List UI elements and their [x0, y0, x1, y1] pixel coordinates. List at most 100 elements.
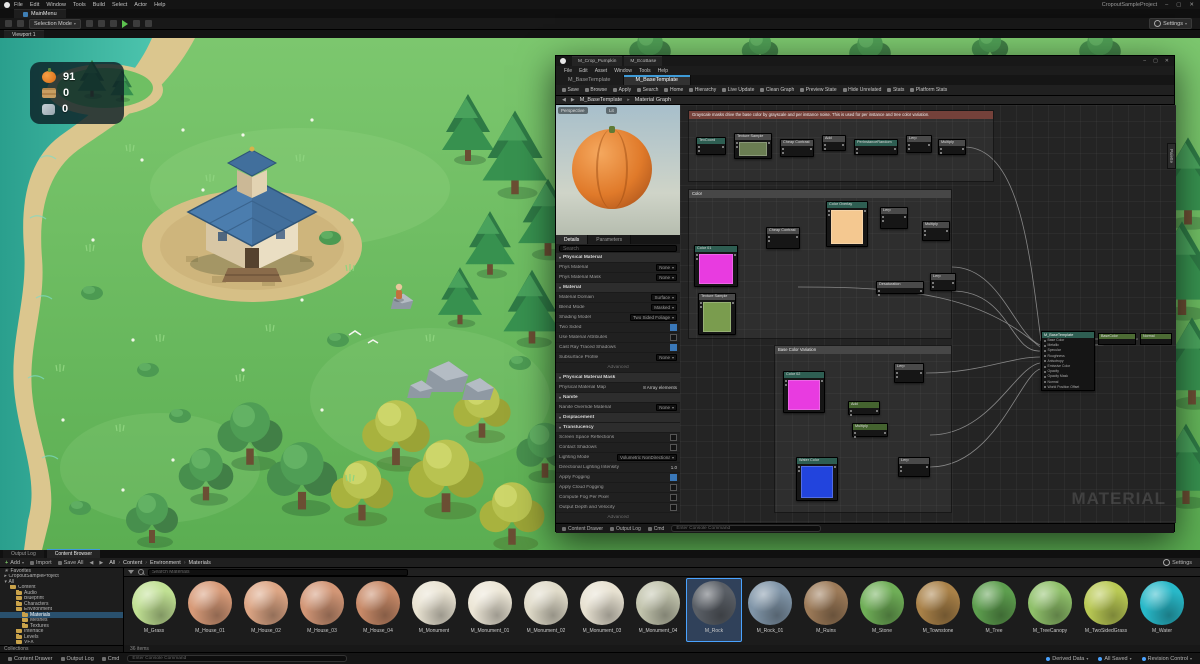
statusbar-status[interactable]: Revision Control ▾ [1142, 656, 1192, 662]
graph-node[interactable]: Lerp [906, 135, 932, 153]
toolbar-button[interactable]: Clean Graph [760, 87, 794, 93]
asset-tile[interactable]: M_Rock_01 [742, 578, 798, 642]
property-checkbox[interactable] [670, 444, 677, 451]
menu-item[interactable]: Help [154, 2, 165, 8]
property-row[interactable]: Physical Material Mask ▾ [556, 373, 680, 383]
property-row[interactable]: Displacement ▾ [556, 413, 680, 423]
toolbar-button[interactable]: Preview State [800, 87, 836, 93]
view-mode-dropdown[interactable]: Lit [606, 107, 617, 114]
menu-item[interactable]: Edit [579, 68, 588, 74]
asset-tile[interactable]: M_TreeCanopy [1022, 578, 1078, 642]
asset-tile[interactable]: M_Stone [854, 578, 910, 642]
property-checkbox[interactable] [670, 324, 677, 331]
statusbar-status[interactable]: Derived Data ▾ [1046, 656, 1088, 662]
graph-node[interactable]: Desaturation [876, 281, 924, 294]
graph-node[interactable]: Multiply [922, 221, 950, 241]
toolbar-button[interactable]: Save [562, 87, 579, 93]
menu-item[interactable]: File [14, 2, 23, 8]
named-reroute-node[interactable]: BaseColor [1098, 333, 1136, 345]
asset-tab[interactable]: M_BaseTemplate [556, 75, 624, 85]
menu-item[interactable]: Tools [639, 68, 651, 74]
material-graph[interactable]: Grayscale masks drive the base color by … [680, 105, 1176, 523]
property-row[interactable]: Physical Material Map 8 Array elements▾ [556, 383, 680, 393]
filter-icon[interactable] [128, 570, 134, 574]
property-value[interactable]: None▾ [656, 404, 677, 411]
property-row[interactable]: Phys Material None▾ [556, 263, 680, 273]
viewport-tab[interactable]: Viewport 1 [4, 30, 44, 38]
console-input[interactable] [671, 525, 821, 532]
property-row[interactable]: Advanced ▾ [556, 513, 680, 523]
forward-icon[interactable]: ▶ [99, 560, 103, 566]
back-icon[interactable]: ◀ [90, 560, 94, 566]
statusbar-button[interactable]: Cmd [102, 656, 120, 662]
asset-tile[interactable]: M_Monument_02 [518, 578, 574, 642]
property-value[interactable]: 8 Array elements▾ [643, 385, 677, 390]
close-icon[interactable]: ✕ [1189, 2, 1194, 8]
toolbar-button[interactable]: Browse [585, 87, 607, 93]
property-row[interactable]: Subsurface Profile None▾ [556, 353, 680, 363]
asset-tile[interactable]: M_Water [1134, 578, 1190, 642]
details-tab[interactable]: Details [556, 235, 588, 244]
property-row[interactable]: Cast Ray Traced Shadows ▾ [556, 343, 680, 353]
property-row[interactable]: Material Domain Surface▾ [556, 293, 680, 303]
material-window-titlebar[interactable]: M_Crop_PumpkinM_EcoBase – ▢ ✕ [556, 56, 1174, 66]
property-row[interactable]: Lighting Mode Volumetric NonDirectional▾ [556, 453, 680, 463]
graph-node[interactable]: Multiply [938, 139, 966, 155]
graph-node[interactable]: TexCoord [696, 137, 726, 155]
save-icon[interactable] [17, 20, 24, 27]
property-checkbox[interactable] [670, 344, 677, 351]
hamburger-icon[interactable] [5, 20, 12, 27]
named-reroute-node[interactable]: Normal [1140, 333, 1172, 345]
property-value[interactable]: None▾ [656, 264, 677, 271]
asset-tile[interactable]: M_Monument_03 [574, 578, 630, 642]
graph-node[interactable]: Water Color [796, 457, 838, 501]
property-row[interactable]: Physical Material ▾ [556, 253, 680, 263]
graph-node[interactable]: Color 01 [694, 245, 738, 287]
asset-tile[interactable]: M_Townstone [910, 578, 966, 642]
menu-item[interactable]: Actor [134, 2, 147, 8]
console-input[interactable] [127, 655, 347, 662]
graph-node[interactable]: Texture Sample [698, 293, 736, 335]
asset-search-input[interactable] [148, 569, 408, 576]
window-doc-tab[interactable]: M_Crop_Pumpkin [572, 56, 622, 66]
palette-tab[interactable]: Palette [1167, 143, 1176, 169]
property-row[interactable]: Apply Cloud Fogging ▾ [556, 483, 680, 493]
graph-node[interactable]: Lerp [880, 207, 908, 229]
graph-node[interactable]: Lerp [898, 457, 930, 477]
asset-tile[interactable]: M_Tree [966, 578, 1022, 642]
unreal-logo-icon[interactable] [4, 2, 10, 8]
toolbar-button[interactable]: Live Update [722, 87, 754, 93]
statusbar-button[interactable]: Cmd [648, 526, 665, 532]
menu-item[interactable]: Asset [595, 68, 608, 74]
toolbar-button[interactable]: Search [637, 87, 658, 93]
asset-tile[interactable]: M_House_01 [182, 578, 238, 642]
minimize-icon[interactable]: – [1143, 58, 1146, 64]
statusbar-button[interactable]: Content Drawer [562, 526, 603, 532]
menu-item[interactable]: Select [112, 2, 127, 8]
property-row[interactable]: Directional Lighting Intensity 1.0▾ [556, 463, 680, 473]
dock-tab[interactable]: Content Browser [47, 549, 100, 558]
statusbar-status[interactable]: All Saved ▾ [1098, 656, 1131, 662]
details-tab[interactable]: Parameters [588, 235, 631, 244]
property-row[interactable]: Nanite ▾ [556, 393, 680, 403]
asset-tile[interactable]: M_Monument_01 [462, 578, 518, 642]
settings-dropdown[interactable]: Settings ▾ [1149, 18, 1192, 29]
graph-node[interactable]: Lerp [930, 273, 956, 291]
property-value[interactable]: Two Sided Foliage▾ [630, 314, 677, 321]
play-icon[interactable] [122, 20, 128, 28]
breadcrumb-item[interactable]: All› [109, 560, 120, 566]
asset-tab[interactable]: M_BaseTemplate [624, 75, 692, 85]
graph-node[interactable]: Cheap Contrast [766, 227, 800, 249]
menu-item[interactable]: Window [46, 2, 66, 8]
maximize-icon[interactable]: ▢ [1176, 2, 1181, 8]
toolbar-button[interactable]: Home [664, 87, 683, 93]
graph-node[interactable]: Add [822, 135, 846, 151]
property-value[interactable]: None▾ [656, 274, 677, 281]
statusbar-button[interactable]: Output Log [610, 526, 641, 532]
window-doc-tab[interactable]: M_EcoBase [624, 56, 662, 66]
statusbar-button[interactable]: Content Drawer [8, 656, 53, 662]
save-all-button[interactable]: Save All [58, 560, 84, 566]
property-row[interactable]: Apply Fogging ▾ [556, 473, 680, 483]
property-row[interactable]: Contact Shadows ▾ [556, 443, 680, 453]
maximize-icon[interactable]: ▢ [1153, 58, 1158, 64]
